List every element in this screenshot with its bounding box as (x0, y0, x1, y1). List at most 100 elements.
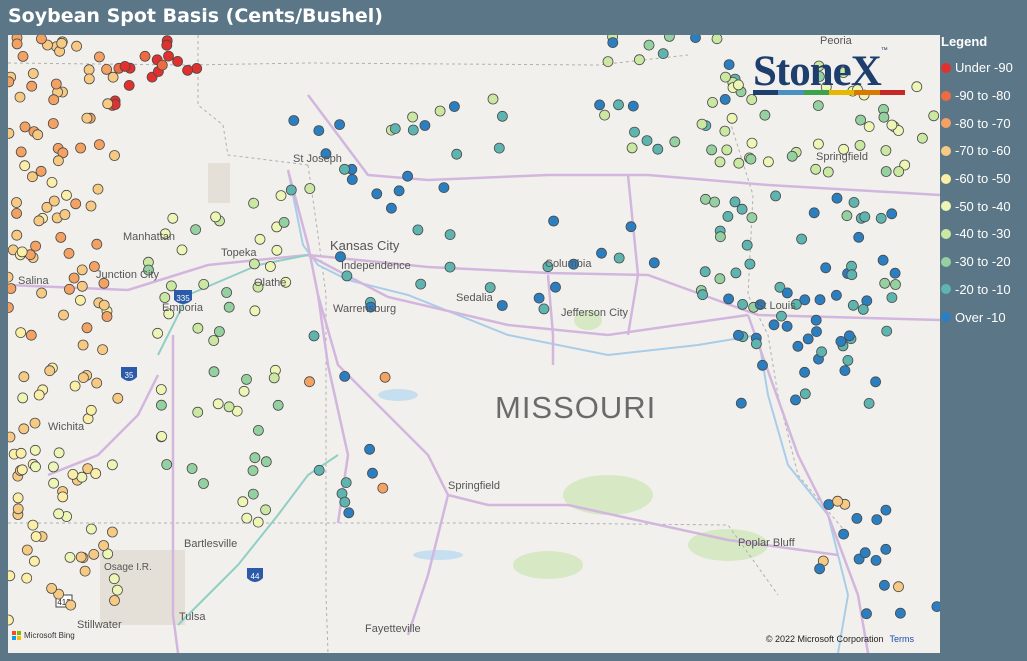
basis-marker[interactable] (538, 303, 550, 315)
basis-marker[interactable] (799, 294, 811, 306)
basis-marker[interactable] (56, 37, 68, 49)
basis-marker[interactable] (851, 512, 863, 524)
basis-marker[interactable] (252, 424, 264, 436)
basis-marker[interactable] (855, 114, 866, 126)
basis-marker[interactable] (63, 247, 75, 259)
basis-marker[interactable] (664, 35, 675, 42)
basis-marker[interactable] (854, 140, 866, 151)
basis-marker[interactable] (723, 59, 735, 71)
basis-marker[interactable] (112, 392, 124, 404)
legend-item[interactable]: Under -90 (941, 54, 1027, 82)
basis-marker[interactable] (33, 215, 45, 227)
basis-marker[interactable] (29, 417, 41, 429)
basis-marker[interactable] (176, 244, 188, 256)
legend-item[interactable]: -70 to -60 (941, 137, 1027, 165)
basis-marker[interactable] (28, 555, 40, 567)
basis-marker[interactable] (928, 110, 940, 122)
basis-marker[interactable] (340, 477, 352, 489)
basis-marker[interactable] (880, 145, 892, 156)
basis-marker[interactable] (198, 278, 210, 290)
basis-marker[interactable] (8, 271, 14, 283)
basis-marker[interactable] (21, 572, 33, 584)
basis-marker[interactable] (722, 210, 734, 222)
basis-marker[interactable] (889, 267, 901, 279)
basis-marker[interactable] (8, 302, 14, 313)
basis-marker[interactable] (711, 35, 723, 45)
basis-marker[interactable] (706, 144, 717, 156)
basis-marker[interactable] (415, 278, 427, 290)
basis-marker[interactable] (696, 118, 708, 130)
basis-marker[interactable] (81, 112, 93, 124)
basis-marker[interactable] (21, 544, 33, 556)
basis-marker[interactable] (730, 267, 742, 279)
basis-marker[interactable] (745, 153, 757, 165)
basis-marker[interactable] (880, 504, 892, 516)
basis-marker[interactable] (212, 398, 224, 410)
basis-marker[interactable] (870, 555, 882, 566)
basis-marker[interactable] (613, 252, 625, 264)
basis-marker[interactable] (746, 94, 758, 105)
basis-marker[interactable] (757, 359, 768, 371)
basis-marker[interactable] (341, 270, 353, 282)
basis-marker[interactable] (438, 182, 450, 194)
basis-marker[interactable] (893, 581, 904, 593)
basis-marker[interactable] (814, 563, 825, 575)
basis-marker[interactable] (813, 138, 824, 150)
basis-marker[interactable] (871, 514, 883, 526)
basis-marker[interactable] (723, 293, 734, 305)
basis-marker[interactable] (85, 404, 97, 416)
basis-marker[interactable] (29, 444, 41, 456)
basis-marker[interactable] (853, 231, 865, 243)
basis-marker[interactable] (59, 209, 71, 220)
basis-marker[interactable] (97, 344, 108, 356)
basis-marker[interactable] (776, 310, 787, 322)
basis-marker[interactable] (78, 372, 89, 384)
basis-marker[interactable] (625, 221, 637, 233)
basis-marker[interactable] (161, 39, 173, 51)
basis-marker[interactable] (831, 192, 843, 204)
basis-marker[interactable] (886, 292, 898, 304)
basis-marker[interactable] (112, 584, 123, 596)
basis-marker[interactable] (156, 430, 168, 442)
basis-marker[interactable] (768, 319, 780, 331)
basis-marker[interactable] (643, 39, 655, 51)
basis-marker[interactable] (377, 482, 389, 494)
basis-marker[interactable] (407, 124, 419, 136)
basis-marker[interactable] (75, 294, 86, 306)
basis-marker[interactable] (46, 176, 58, 188)
basis-marker[interactable] (46, 583, 57, 594)
basis-marker[interactable] (30, 461, 41, 473)
basis-marker[interactable] (65, 599, 77, 611)
basis-marker[interactable] (102, 98, 114, 110)
basis-marker[interactable] (182, 64, 194, 76)
basis-marker[interactable] (802, 333, 814, 345)
basis-marker[interactable] (101, 64, 112, 75)
basis-marker[interactable] (285, 184, 297, 196)
basis-marker[interactable] (811, 326, 822, 338)
basis-marker[interactable] (412, 224, 424, 236)
basis-marker[interactable] (64, 552, 76, 563)
basis-marker[interactable] (14, 91, 26, 103)
basis-marker[interactable] (751, 338, 762, 350)
legend-item[interactable]: -90 to -80 (941, 82, 1027, 110)
basis-marker[interactable] (91, 238, 103, 250)
legend-item[interactable]: -50 to -40 (941, 192, 1027, 220)
basis-marker[interactable] (861, 608, 872, 620)
basis-marker[interactable] (210, 211, 222, 223)
basis-marker[interactable] (339, 496, 351, 508)
basis-marker[interactable] (77, 339, 89, 351)
basis-marker[interactable] (770, 190, 781, 202)
basis-marker[interactable] (272, 399, 284, 411)
legend-item[interactable]: -20 to -10 (941, 276, 1027, 304)
basis-marker[interactable] (36, 35, 47, 45)
basis-marker[interactable] (123, 80, 135, 91)
basis-marker[interactable] (859, 547, 871, 559)
basis-marker[interactable] (155, 399, 167, 411)
basis-marker[interactable] (8, 283, 17, 294)
basis-marker[interactable] (389, 123, 401, 134)
basis-marker[interactable] (109, 595, 120, 606)
basis-marker[interactable] (53, 447, 65, 459)
basis-marker[interactable] (88, 549, 100, 560)
basis-marker[interactable] (36, 287, 47, 299)
basis-marker[interactable] (50, 78, 62, 90)
